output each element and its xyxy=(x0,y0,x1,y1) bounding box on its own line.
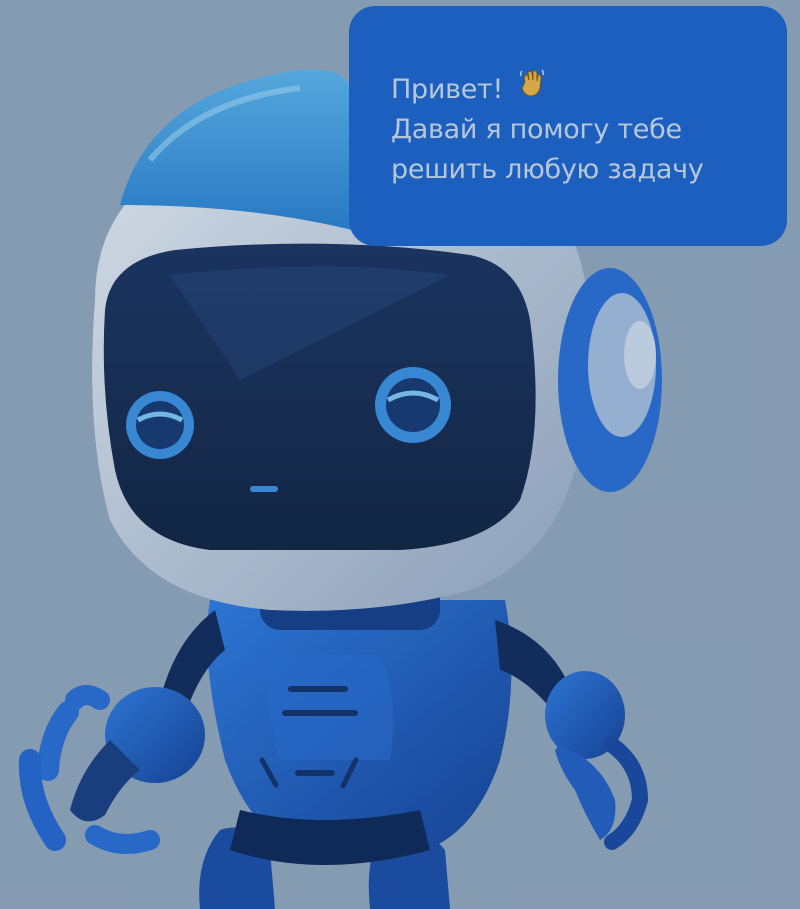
greeting-text: Привет! xyxy=(391,74,503,105)
robot-ear xyxy=(558,268,662,492)
greeting-row: Привет! xyxy=(391,68,787,110)
speech-bubble: Привет! Давай я помогу тебе решить любую… xyxy=(349,6,787,246)
robot-right-eye xyxy=(375,367,451,443)
robot-right-arm xyxy=(495,620,649,850)
waving-hand-icon xyxy=(520,69,545,97)
bubble-line-2: Давай я помогу тебе xyxy=(391,114,682,145)
robot-body xyxy=(199,600,512,909)
robot-left-arm xyxy=(18,610,225,854)
robot-left-eye xyxy=(126,391,194,459)
bubble-line-3: решить любую задачу xyxy=(391,154,704,185)
